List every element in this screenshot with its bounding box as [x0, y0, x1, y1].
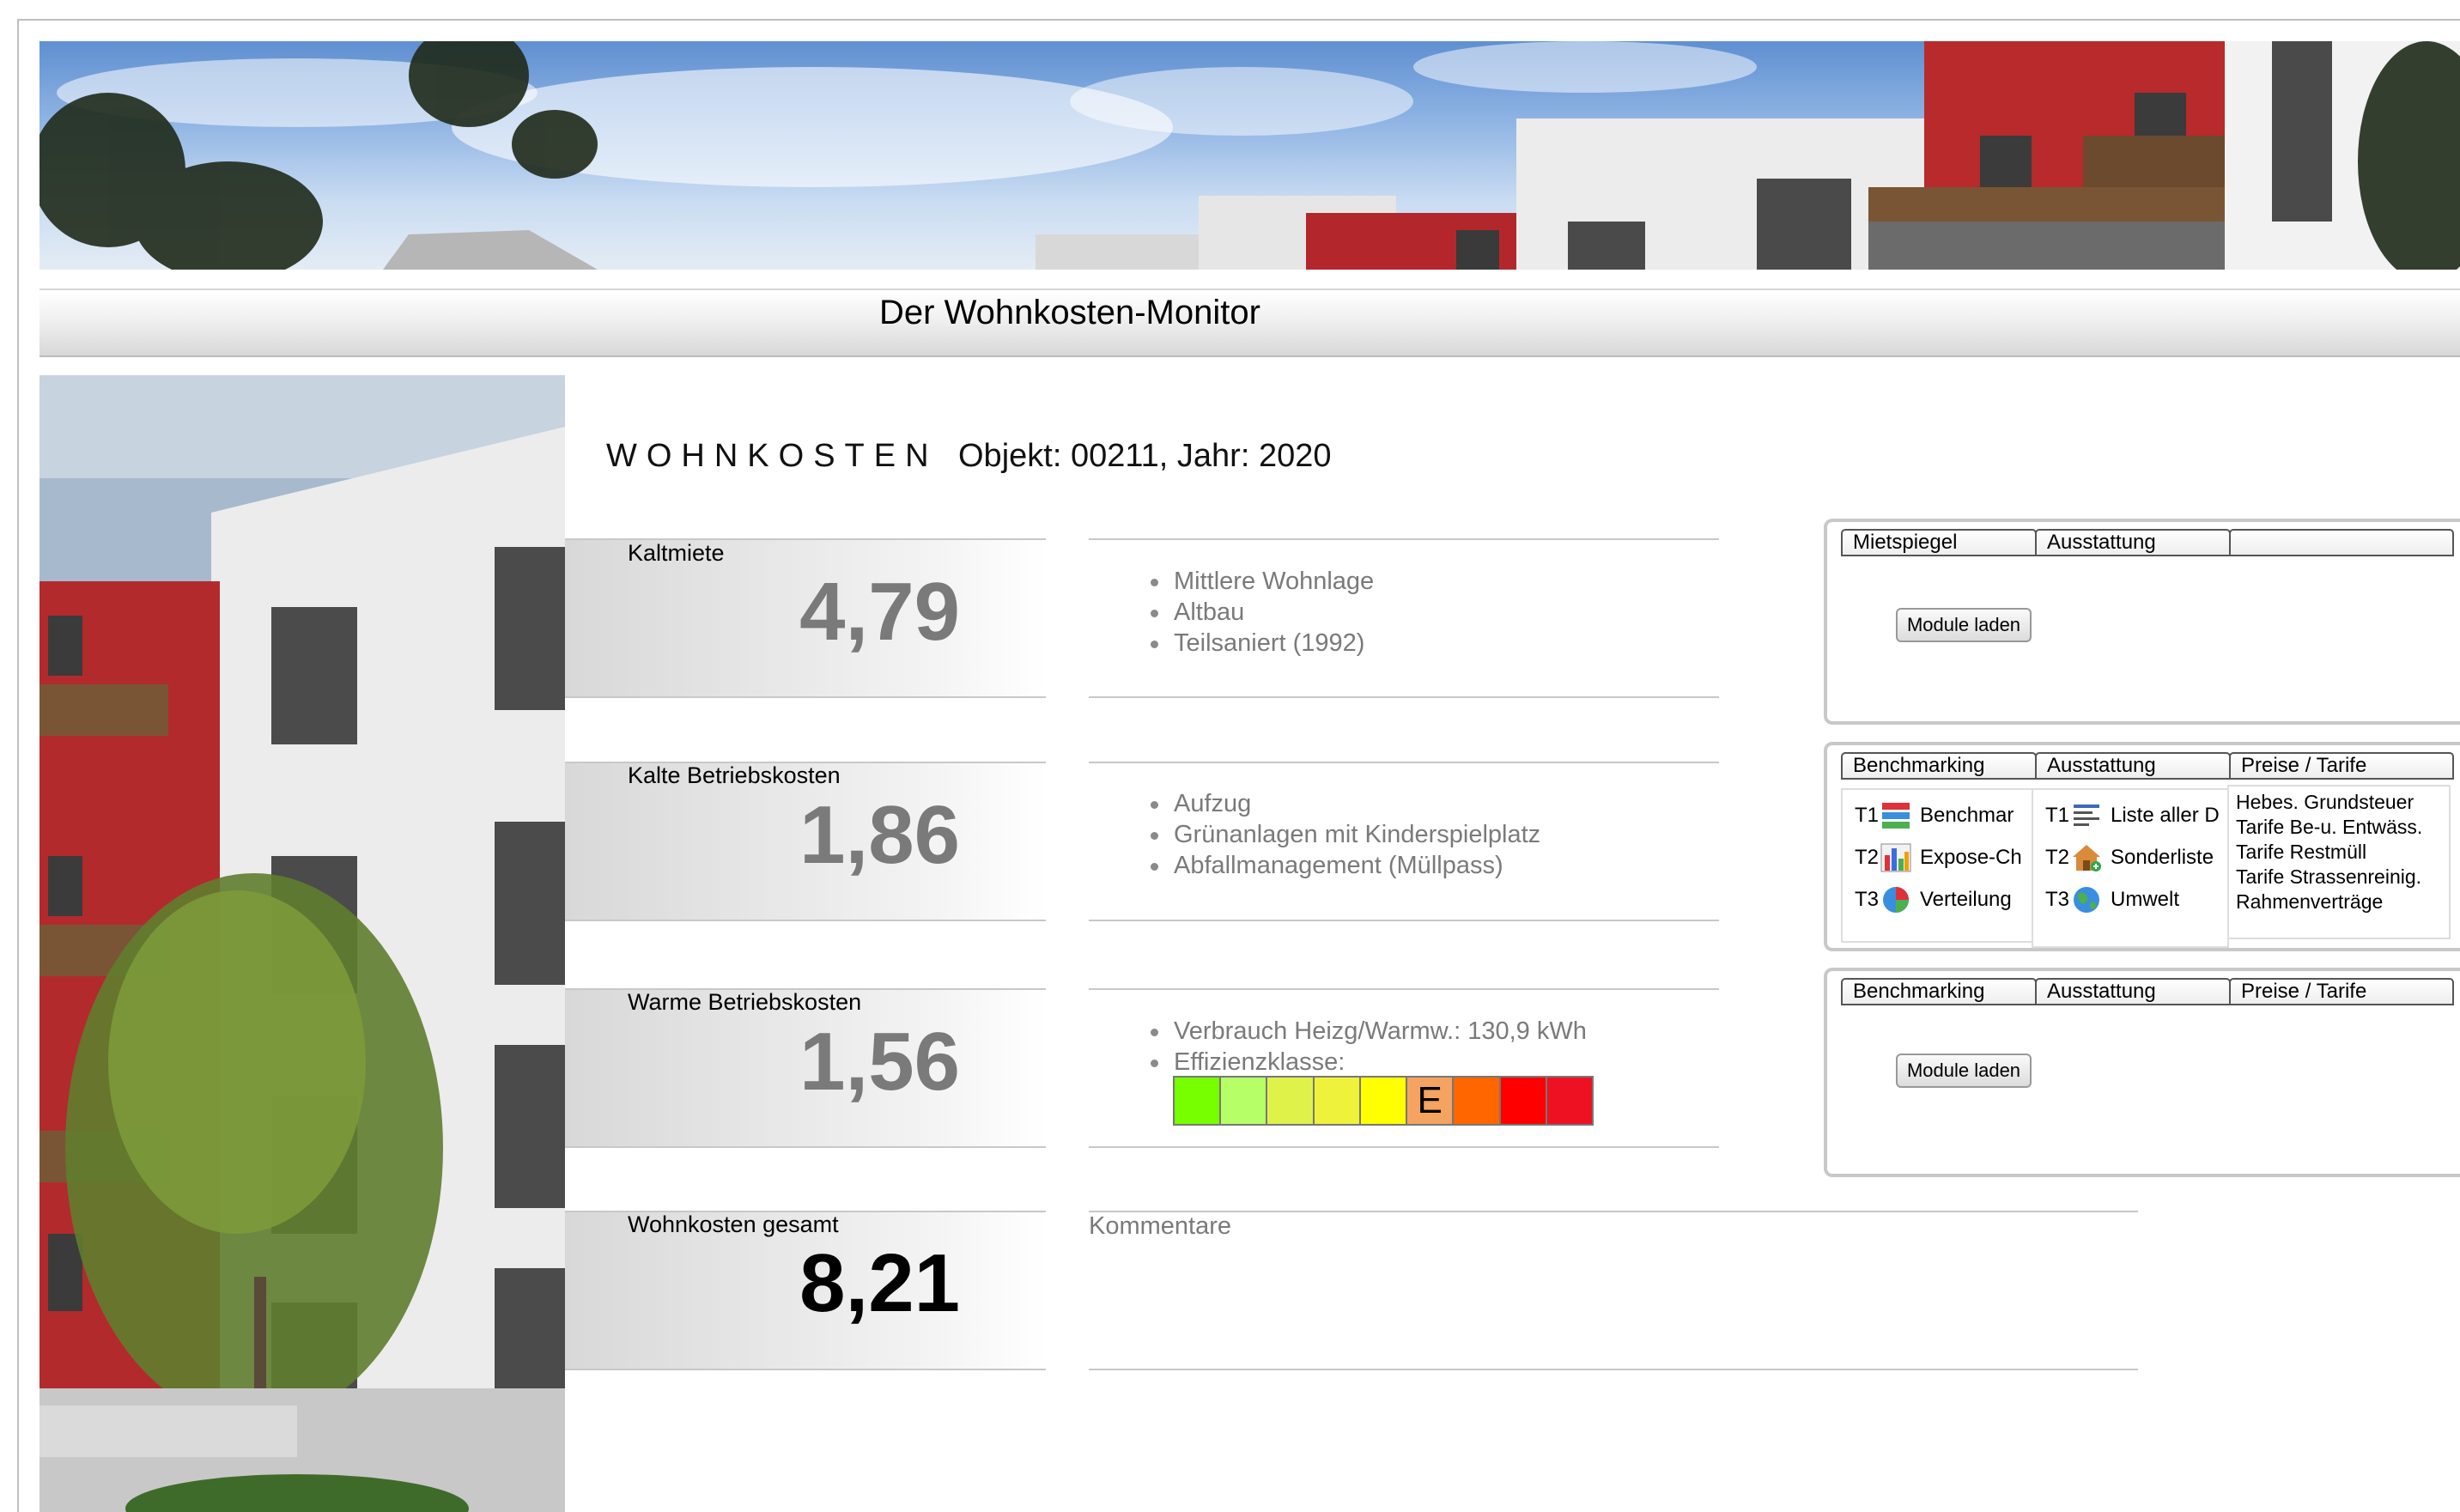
bar-chart-icon [1880, 843, 1911, 872]
item-label: Expose-Ch [1920, 846, 2022, 869]
metric-label: Wohnkosten gesamt [628, 1211, 839, 1237]
detail-item: Grünanlagen mit Kinderspielplatz [1151, 819, 1540, 850]
section-heading: WOHNKOSTEN [606, 438, 938, 474]
item-number: T1 [1855, 804, 1880, 827]
efficiency-class-cell: E [1407, 1078, 1455, 1124]
globe-icon [2074, 887, 2099, 913]
module-panel-1: Mietspiegel Ausstattung Module laden [1824, 519, 2460, 725]
tab-ausstattung[interactable]: Ausstattung [2035, 978, 2231, 1005]
list-item[interactable]: T3 Umwelt [2033, 883, 2179, 917]
detail-item: Verbrauch Heizg/Warmw.: 130,9 kWh [1151, 1016, 1587, 1047]
pie-chart-icon [1883, 887, 1909, 913]
item-number: T2 [1855, 846, 1880, 869]
preise-tarife-list: Hebes. Grundsteuer Tarife Be-u. Entwäss.… [2227, 785, 2451, 939]
tab-preise-tarife[interactable]: Preise / Tarife [2229, 978, 2454, 1005]
metric-label: Kalte Betriebskosten [628, 762, 841, 788]
list-icon [2074, 805, 2099, 826]
efficiency-class-cell [1360, 1078, 1408, 1124]
item-number: T1 [2045, 804, 2070, 827]
item-number: T3 [1855, 888, 1880, 911]
tab-bar: Mietspiegel Ausstattung [1841, 529, 2457, 558]
tab-preise-tarife[interactable]: Preise / Tarife [2229, 752, 2454, 780]
detail-item: Mittlere Wohnlage [1151, 566, 1374, 597]
module-panel-2: Benchmarking Ausstattung Preise / Tarife… [1824, 742, 2460, 951]
metric-details-list: Mittlere Wohnlage Altbau Teilsaniert (19… [1151, 566, 1374, 659]
tab-bar: Benchmarking Ausstattung Preise / Tarife [1841, 978, 2457, 1007]
price-item[interactable]: Rahmenverträge [2236, 890, 2422, 914]
stacked-bars-icon [1882, 803, 1910, 829]
detail-item: Abfallmanagement (Müllpass) [1151, 850, 1540, 881]
load-modules-button[interactable]: Module laden [1896, 1054, 2032, 1088]
item-label: Umwelt [2111, 888, 2180, 911]
list-item[interactable]: T1 Benchmar [1843, 799, 2014, 833]
efficiency-class-scale: E [1173, 1076, 1594, 1126]
list-item[interactable]: T3 Verteilung [1843, 883, 2012, 917]
price-item[interactable]: Tarife Strassenreinig. [2236, 865, 2422, 890]
header-banner-image [39, 41, 2460, 270]
efficiency-class-cell [1314, 1078, 1361, 1124]
benchmarking-list: T1 Benchmar T2 Expose-Ch T3 Verteilung [1841, 788, 2038, 943]
tab-bar: Benchmarking Ausstattung Preise / Tarife [1841, 752, 2457, 781]
object-info: Objekt: 00211, Jahr: 2020 [958, 438, 1332, 474]
item-label: Liste aller D [2111, 804, 2220, 827]
tab-empty[interactable] [2229, 529, 2454, 556]
comments-label: Kommentare [1089, 1212, 1232, 1240]
tab-mietspiegel[interactable]: Mietspiegel [1841, 529, 2037, 556]
comments-box[interactable] [1089, 1211, 2138, 1370]
item-label: Verteilung [1920, 888, 2012, 911]
price-item[interactable]: Tarife Restmüll [2236, 840, 2422, 865]
tab-benchmarking[interactable]: Benchmarking [1841, 752, 2037, 780]
tab-ausstattung[interactable]: Ausstattung [2035, 752, 2231, 780]
list-item[interactable]: T2 Sonderliste [2033, 841, 2214, 875]
metric-value: 1,86 [799, 789, 960, 881]
item-label: Sonderliste [2111, 846, 2214, 869]
module-panel-3: Benchmarking Ausstattung Preise / Tarife… [1824, 968, 2460, 1177]
metric-label: Warme Betriebskosten [628, 989, 862, 1015]
item-label: Benchmar [1920, 804, 2014, 827]
efficiency-class-cell [1175, 1078, 1222, 1124]
metric-label: Kaltmiete [628, 540, 725, 566]
price-item[interactable]: Hebes. Grundsteuer [2236, 790, 2422, 815]
detail-item: Aufzug [1151, 788, 1540, 819]
metric-details-list: Verbrauch Heizg/Warmw.: 130,9 kWh Effizi… [1151, 1016, 1587, 1078]
tab-benchmarking[interactable]: Benchmarking [1841, 978, 2037, 1005]
detail-item: Teilsaniert (1992) [1151, 628, 1374, 659]
efficiency-class-cell [1546, 1078, 1592, 1124]
efficiency-class-cell [1221, 1078, 1268, 1124]
list-item[interactable]: T2 Expose-Ch [1843, 841, 2022, 875]
item-number: T3 [2045, 888, 2070, 911]
load-modules-button[interactable]: Module laden [1896, 608, 2032, 642]
price-item[interactable]: Tarife Be-u. Entwäss. [2236, 815, 2422, 840]
efficiency-class-cell [1267, 1078, 1315, 1124]
list-item[interactable]: T1 Liste aller D [2033, 799, 2220, 833]
building-side-image [39, 375, 565, 1512]
item-number: T2 [2045, 846, 2070, 869]
metric-value: 4,79 [799, 566, 960, 658]
metric-value: 1,56 [799, 1016, 960, 1108]
ausstattung-list: T1 Liste aller D T2 Sonderliste T3 Umwel… [2032, 788, 2229, 948]
detail-item: Altbau [1151, 597, 1374, 628]
price-items: Hebes. Grundsteuer Tarife Be-u. Entwäss.… [2236, 790, 2422, 914]
house-add-icon [2073, 845, 2101, 871]
tab-ausstattung[interactable]: Ausstattung [2035, 529, 2231, 556]
efficiency-class-cell [1454, 1078, 1501, 1124]
efficiency-class-cell [1500, 1078, 1547, 1124]
metric-value-total: 8,21 [799, 1237, 960, 1329]
detail-item: Effizienzklasse: [1151, 1047, 1587, 1078]
app-title: Der Wohnkosten-Monitor [879, 294, 1260, 331]
metric-details-list: Aufzug Grünanlagen mit Kinderspielplatz … [1151, 788, 1540, 881]
